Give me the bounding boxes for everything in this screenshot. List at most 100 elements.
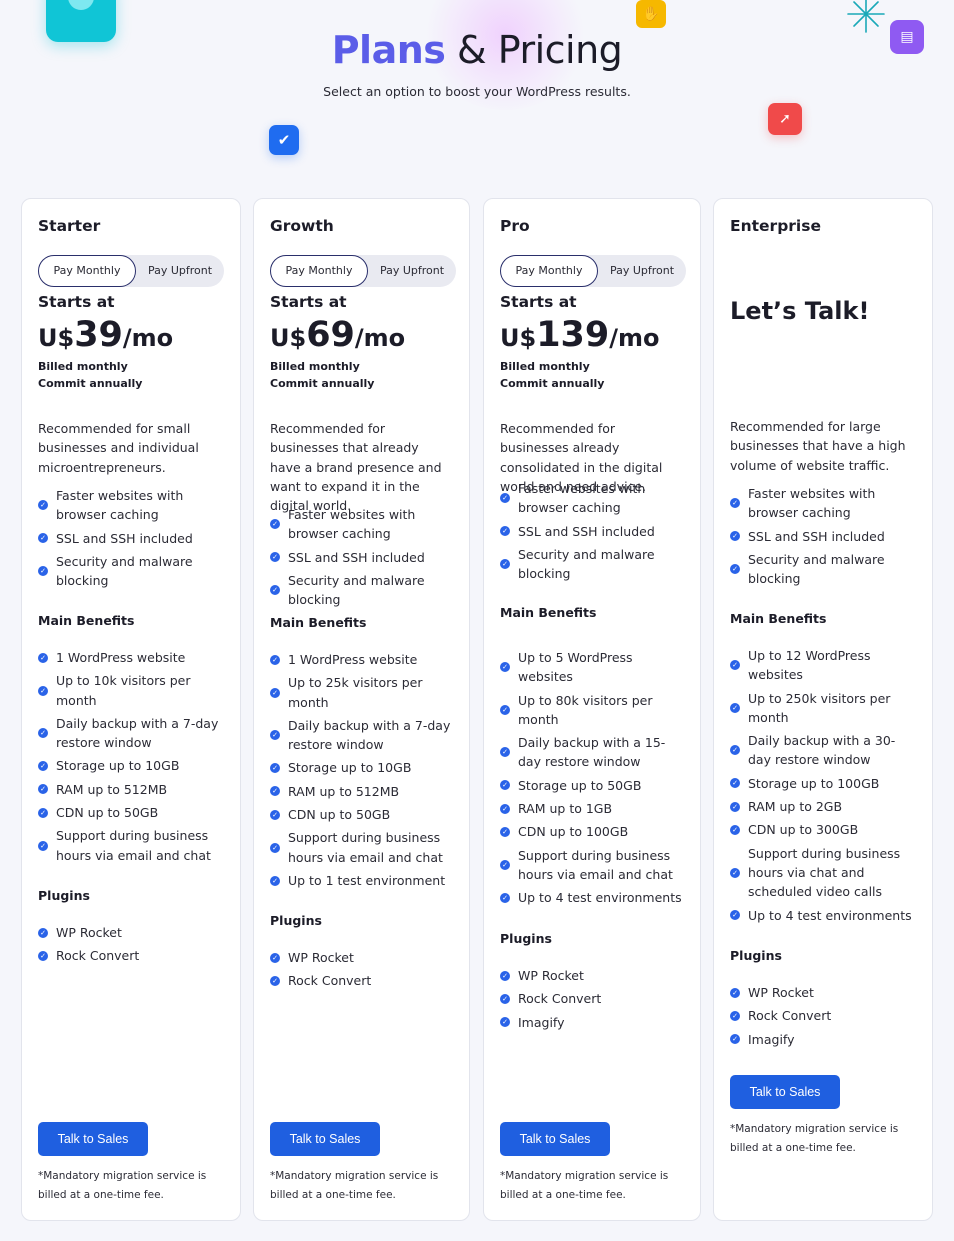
checkbox-icon: ✔ xyxy=(269,125,299,155)
check-list-item: ✓ Up to 10k visitors per month xyxy=(38,671,224,710)
check-list-text: Storage up to 10GB xyxy=(288,760,412,776)
check-list-item: ✓ Support during business hours via email… xyxy=(270,828,453,867)
main-benefits-heading: Main Benefits xyxy=(38,613,135,628)
check-list-text: Up to 12 WordPress websites xyxy=(748,648,871,683)
pay-monthly-option[interactable]: Pay Monthly xyxy=(500,255,598,287)
check-circle-icon: ✓ xyxy=(730,987,740,998)
check-circle-icon: ✓ xyxy=(730,825,740,836)
price-currency: U$ xyxy=(500,324,537,352)
check-list-item: ✓ Security and malware blocking xyxy=(38,552,224,591)
check-circle-icon: ✓ xyxy=(38,807,48,818)
check-list-text: Up to 4 test environments xyxy=(748,907,912,923)
check-list-text: WP Rocket xyxy=(56,925,122,940)
pay-upfront-option[interactable]: Pay Upfront xyxy=(136,255,224,287)
check-list: ✓ WP Rocket ✓ Rock Convert xyxy=(270,948,453,995)
check-list-item: ✓ Storage up to 10GB xyxy=(38,756,224,775)
check-list-text: Imagify xyxy=(748,1031,795,1047)
check-circle-icon: ✓ xyxy=(730,778,740,789)
check-circle-icon: ✓ xyxy=(730,660,740,671)
billing-toggle[interactable]: Pay Monthly Pay Upfront xyxy=(270,255,456,287)
billed-monthly-text: Billed monthly xyxy=(270,360,360,373)
migration-note: *Mandatory migration service is billed a… xyxy=(500,1170,669,1201)
check-circle-icon: ✓ xyxy=(500,859,510,870)
check-list-text: Up to 10k visitors per month xyxy=(56,673,191,708)
check-circle-icon: ✓ xyxy=(730,867,740,878)
plan-card-starter: Starter Pay Monthly Pay Upfront Starts at U$… xyxy=(21,198,241,1221)
billing-toggle[interactable]: Pay Monthly Pay Upfront xyxy=(38,255,224,287)
check-list: ✓ WP Rocket ✓ Rock Convert xyxy=(38,923,224,970)
check-list: ✓ WP Rocket ✓ Rock Convert ✓ Imagify xyxy=(730,983,916,1053)
check-list-item: ✓ Support during business hours via email… xyxy=(500,846,684,885)
talk-to-sales-button[interactable]: Talk to Sales xyxy=(270,1122,380,1156)
check-circle-icon: ✓ xyxy=(500,747,510,758)
check-list-text: CDN up to 300GB xyxy=(748,822,859,838)
starts-at-label: Starts at xyxy=(270,293,347,311)
talk-to-sales-button[interactable]: Talk to Sales xyxy=(38,1122,148,1156)
plan-description: Recommended for small businesses and ind… xyxy=(38,421,199,475)
check-list-text: Daily backup with a 15-day restore windo… xyxy=(518,735,666,770)
check-list-item: ✓ Rock Convert xyxy=(270,971,453,990)
check-list-item: ✓ WP Rocket xyxy=(730,983,916,1002)
check-list-item: ✓ SSL and SSH included xyxy=(38,529,224,548)
check-list-text: WP Rocket xyxy=(518,968,584,983)
check-list-text: CDN up to 50GB xyxy=(56,805,159,821)
check-list-text: Support during business hours via email … xyxy=(288,830,443,865)
billed-monthly-text: Billed monthly xyxy=(500,360,590,373)
price: U$69/mo xyxy=(270,315,405,355)
pay-monthly-option[interactable]: Pay Monthly xyxy=(38,255,136,287)
check-list-item: ✓ SSL and SSH included xyxy=(500,522,684,541)
check-list-item: ✓ Up to 25k visitors per month xyxy=(270,673,453,712)
plugins-heading: Plugins xyxy=(500,931,552,946)
plan-card-enterprise: Enterprise Let’s Talk! Recommended for lar… xyxy=(713,198,933,1221)
title-rest: & Pricing xyxy=(457,28,623,72)
pay-upfront-option[interactable]: Pay Upfront xyxy=(368,255,456,287)
price-period: /mo xyxy=(122,324,174,352)
check-circle-icon: ✓ xyxy=(270,786,280,797)
check-circle-icon: ✓ xyxy=(270,585,280,596)
check-circle-icon: ✓ xyxy=(270,519,280,530)
check-circle-icon: ✓ xyxy=(730,498,740,509)
check-list-text: Up to 80k visitors per month xyxy=(518,692,653,727)
talk-to-sales-button[interactable]: Talk to Sales xyxy=(500,1122,610,1156)
plan-name: Starter xyxy=(38,217,101,235)
check-list-item: ✓ Support during business hours via email… xyxy=(38,826,224,865)
check-list-text: Storage up to 100GB xyxy=(748,775,880,791)
check-circle-icon: ✓ xyxy=(270,842,280,853)
hand-coin-icon: ✋ xyxy=(636,0,666,28)
check-list-text: SSL and SSH included xyxy=(518,523,655,539)
check-list-item: ✓ SSL and SSH included xyxy=(730,527,916,546)
talk-to-sales-button[interactable]: Talk to Sales xyxy=(730,1075,840,1109)
check-list-text: 1 WordPress website xyxy=(56,650,186,665)
check-list-item: ✓ Faster websites with browser caching xyxy=(38,486,224,525)
pay-upfront-option[interactable]: Pay Upfront xyxy=(598,255,686,287)
check-circle-icon: ✓ xyxy=(38,685,48,696)
pay-monthly-option[interactable]: Pay Monthly xyxy=(270,255,368,287)
lets-talk-headline: Let’s Talk! xyxy=(730,297,870,325)
check-list-text: RAM up to 512MB xyxy=(56,781,168,797)
plan-name: Growth xyxy=(270,217,334,235)
price-currency: U$ xyxy=(270,324,307,352)
plan-card-growth: Growth Pay Monthly Pay Upfront Starts at U$6… xyxy=(253,198,470,1221)
check-list-text: RAM up to 2GB xyxy=(748,799,843,815)
check-list-item: ✓ Imagify xyxy=(730,1030,916,1049)
check-circle-icon: ✓ xyxy=(500,559,510,570)
check-circle-icon: ✓ xyxy=(270,875,280,886)
check-list-text: SSL and SSH included xyxy=(748,528,885,544)
check-list-item: ✓ Support during business hours via chat … xyxy=(730,844,916,902)
check-list-item: ✓ Storage up to 10GB xyxy=(270,758,453,777)
check-list-item: ✓ Up to 1 test environment xyxy=(270,871,453,890)
check-list: ✓ Faster websites with browser caching ✓ SS… xyxy=(270,505,453,613)
check-list-item: ✓ Up to 4 test environments xyxy=(500,888,684,907)
billing-toggle[interactable]: Pay Monthly Pay Upfront xyxy=(500,255,686,287)
check-list-item: ✓ Daily backup with a 7-day restore windo… xyxy=(38,714,224,753)
check-list-text: Storage up to 10GB xyxy=(56,758,180,774)
plan-name: Enterprise xyxy=(730,217,821,235)
check-list-text: CDN up to 50GB xyxy=(288,807,391,823)
check-circle-icon: ✓ xyxy=(270,730,280,741)
check-list: ✓ Up to 5 WordPress websites ✓ Up to 80k vi… xyxy=(500,648,684,912)
commit-annually-text: Commit annually xyxy=(270,377,375,390)
check-list-item: ✓ RAM up to 1GB xyxy=(500,799,684,818)
check-circle-icon: ✓ xyxy=(270,952,280,963)
page-subtitle: Select an option to boost your WordPress… xyxy=(323,84,631,99)
check-list-item: ✓ CDN up to 300GB xyxy=(730,820,916,839)
